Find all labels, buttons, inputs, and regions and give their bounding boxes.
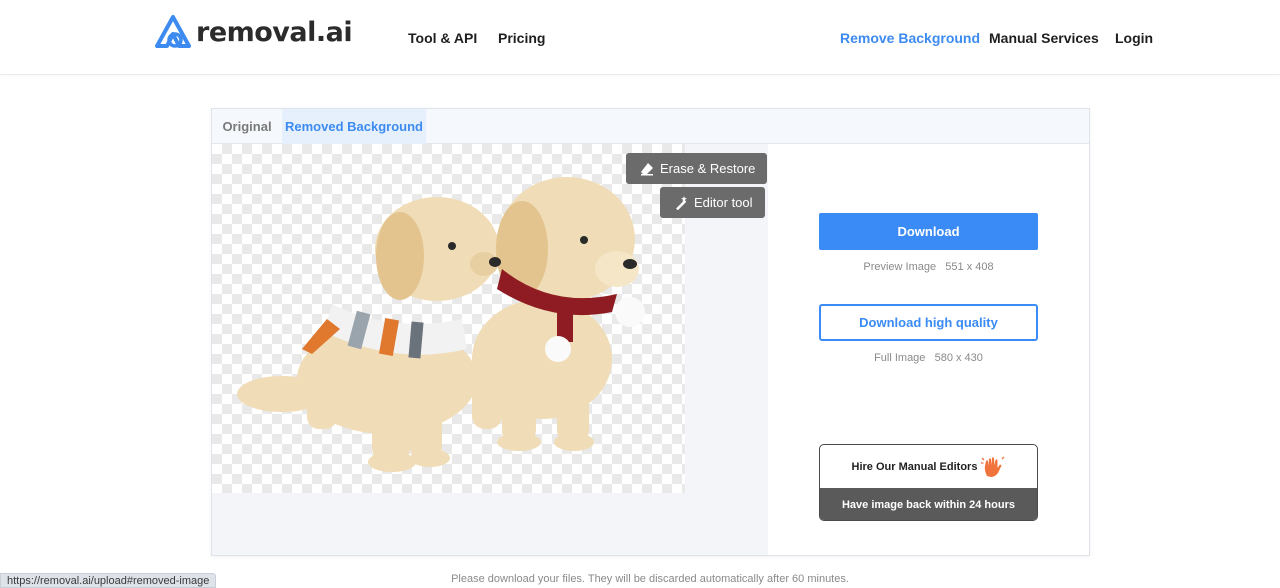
hand-wave-icon — [981, 456, 1005, 477]
eraser-icon — [641, 162, 653, 175]
erase-restore-button[interactable]: Erase & Restore — [626, 153, 768, 184]
nav-pricing[interactable]: Pricing — [498, 30, 545, 46]
hire-subtitle: Have image back within 24 hours — [820, 488, 1037, 520]
preview-image-label: Preview Image — [863, 261, 937, 273]
tab-original[interactable]: Original — [212, 109, 282, 144]
hire-title-row: Hire Our Manual Editors — [820, 445, 1037, 488]
logo-text: removal.ai — [196, 16, 353, 48]
magic-wand-icon — [676, 195, 687, 210]
logo[interactable]: removal.ai — [153, 14, 353, 50]
full-image-label: Full Image — [874, 352, 926, 364]
tab-removed-background[interactable]: Removed Background — [282, 109, 426, 144]
preview-image-size: 551 x 408 — [945, 261, 994, 273]
puppies-image — [237, 177, 645, 472]
tab-bar: Original Removed Background — [212, 109, 1089, 144]
result-card: Original Removed Background Erase & Rest… — [211, 108, 1090, 556]
editor-tool-button[interactable]: Editor tool — [660, 187, 765, 218]
hire-manual-editors-button[interactable]: Hire Our Manual Editors Have image back … — [819, 444, 1038, 521]
logo-icon — [155, 15, 191, 48]
erase-restore-label: Erase & Restore — [660, 161, 756, 176]
nav-manual-services[interactable]: Manual Services — [989, 30, 1099, 46]
status-bar-url: https://removal.ai/upload#removed-image — [0, 573, 217, 588]
preview-image-info: Preview Image 551 x 408 — [768, 261, 1089, 273]
nav-login[interactable]: Login — [1115, 30, 1153, 46]
nav-remove-background[interactable]: Remove Background — [840, 30, 980, 46]
nav-tool-api[interactable]: Tool & API — [408, 30, 477, 46]
full-image-info: Full Image 580 x 430 — [768, 352, 1089, 364]
download-high-quality-button[interactable]: Download high quality — [819, 304, 1038, 341]
top-navigation: removal.ai Tool & API Pricing Remove Bac… — [0, 0, 1280, 75]
image-preview: Erase & Restore Editor tool — [212, 144, 768, 555]
full-image-size: 580 x 430 — [934, 352, 983, 364]
editor-tool-label: Editor tool — [694, 195, 753, 210]
hire-title: Hire Our Manual Editors — [851, 460, 978, 473]
download-button[interactable]: Download — [819, 213, 1038, 250]
download-panel: Download Preview Image 551 x 408 Downloa… — [768, 144, 1089, 555]
